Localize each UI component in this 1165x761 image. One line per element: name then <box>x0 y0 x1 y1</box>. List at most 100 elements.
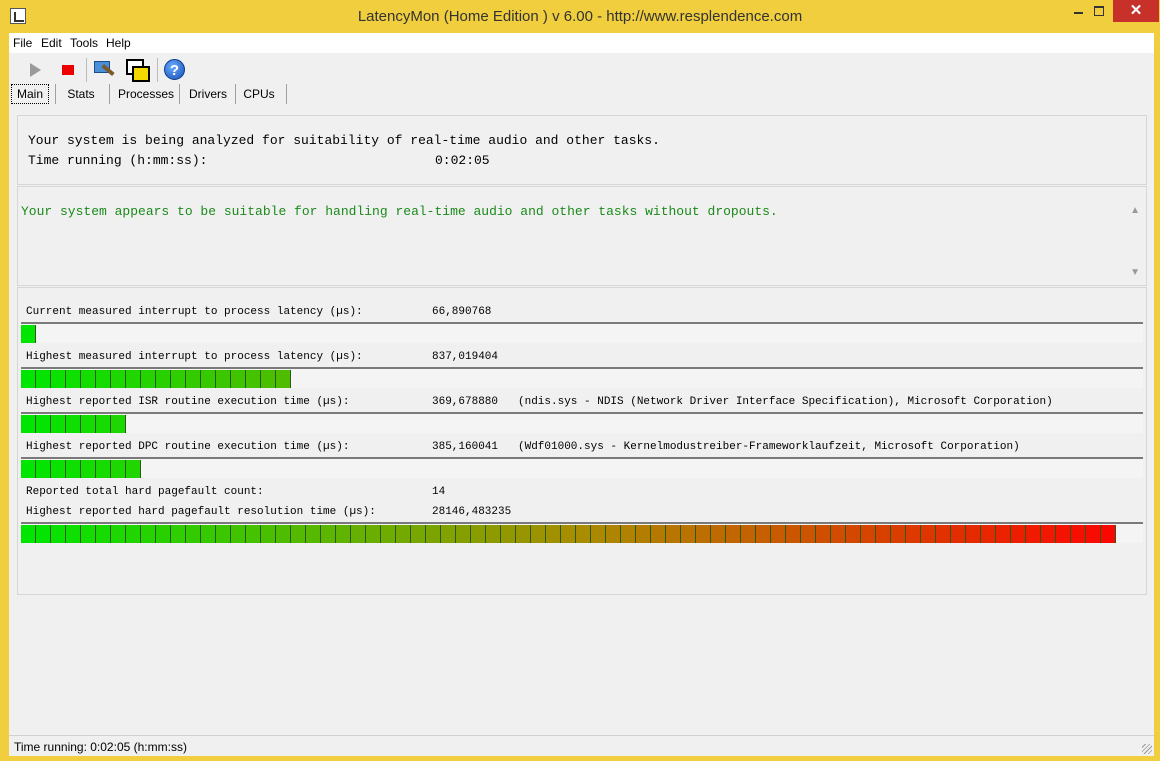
bar-cell <box>741 525 756 543</box>
bar-cell <box>501 525 516 543</box>
highest-latency-bar <box>21 367 1143 388</box>
bar-cell <box>756 525 771 543</box>
bar-cell <box>126 460 141 478</box>
window-title: LatencyMon (Home Edition ) v 6.00 - http… <box>357 8 803 25</box>
menu-help[interactable]: Help <box>106 36 131 50</box>
dpc-bar <box>21 457 1143 478</box>
bar-cell <box>66 525 81 543</box>
tab-drivers[interactable]: Drivers <box>183 84 233 104</box>
bar-cell <box>81 525 96 543</box>
bar-cell <box>171 370 186 388</box>
bar-cell <box>666 525 681 543</box>
pagefault-count-value: 14 <box>432 486 446 498</box>
maximize-button[interactable] <box>1085 0 1112 22</box>
bar-cell <box>651 525 666 543</box>
bar-cell <box>381 525 396 543</box>
bar-cell <box>261 525 276 543</box>
pagefault-count-label: Reported total hard pagefault count: <box>26 486 264 498</box>
bar-cell <box>171 525 186 543</box>
menu-tools[interactable]: Tools <box>70 36 98 50</box>
bar-cell <box>201 370 216 388</box>
help-button[interactable]: ? <box>163 58 187 82</box>
time-running-value: 0:02:05 <box>435 153 490 168</box>
bar-cell <box>201 525 216 543</box>
pagefault-time-bar <box>21 522 1143 543</box>
bar-cell <box>36 525 51 543</box>
bar-cell <box>141 525 156 543</box>
tab-stats[interactable]: Stats <box>59 84 103 104</box>
bar-cell <box>66 460 81 478</box>
toolbar-separator <box>157 58 158 82</box>
bar-cell <box>21 325 36 343</box>
isr-value: 369,678880 <box>432 396 499 408</box>
hammer-button[interactable] <box>92 58 116 82</box>
app-window: LatencyMon (Home Edition ) v 6.00 - http… <box>0 0 1160 761</box>
bar-cell <box>876 525 891 543</box>
close-button[interactable]: ✕ <box>1113 0 1159 22</box>
bar-cell <box>561 525 576 543</box>
bar-cell <box>231 370 246 388</box>
isr-label: Highest reported ISR routine execution t… <box>26 396 350 408</box>
bar-cell <box>111 460 126 478</box>
scroll-up-icon[interactable]: ▲ <box>1130 205 1140 216</box>
verdict-panel[interactable]: Your system appears to be suitable for h… <box>17 186 1147 286</box>
toolbar-separator <box>86 58 87 82</box>
bar-cell <box>936 525 951 543</box>
dpc-label: Highest reported DPC routine execution t… <box>26 441 350 453</box>
stop-button[interactable] <box>57 58 81 82</box>
time-running-label: Time running (h:mm:ss): <box>28 153 208 168</box>
play-button[interactable] <box>25 58 49 82</box>
bar-cell <box>66 370 81 388</box>
tab-main[interactable]: Main <box>11 84 49 104</box>
resize-grip-icon[interactable] <box>1142 744 1152 754</box>
bar-cell <box>546 525 561 543</box>
bar-cell <box>261 370 276 388</box>
menu-file[interactable]: File <box>13 36 32 50</box>
toolbar: ? <box>9 54 1154 84</box>
bar-cell <box>621 525 636 543</box>
pagefault-time-value: 28146,483235 <box>432 506 512 518</box>
bar-cell <box>426 525 441 543</box>
bar-cell <box>51 525 66 543</box>
bar-cell <box>81 415 96 433</box>
bar-cell <box>216 525 231 543</box>
tab-strip: Main Stats Processes Drivers CPUs <box>9 84 1154 106</box>
close-icon: ✕ <box>1129 2 1143 19</box>
menu-bar: File Edit Tools Help <box>9 33 1154 53</box>
bar-cell <box>981 525 996 543</box>
bar-cell <box>141 370 156 388</box>
bar-cell <box>111 370 126 388</box>
tab-processes[interactable]: Processes <box>113 84 179 104</box>
title-bar[interactable]: LatencyMon (Home Edition ) v 6.00 - http… <box>0 0 1160 33</box>
dpc-value: 385,160041 <box>432 441 499 453</box>
bar-cell <box>471 525 486 543</box>
bar-cell <box>246 370 261 388</box>
maximize-icon <box>1094 6 1104 16</box>
bar-cell <box>246 525 261 543</box>
scroll-down-icon[interactable]: ▼ <box>1130 267 1140 278</box>
bar-cell <box>696 525 711 543</box>
dpc-driver: (Wdf01000.sys - Kernelmodustreiber-Frame… <box>518 441 1020 453</box>
bar-cell <box>531 525 546 543</box>
menu-edit[interactable]: Edit <box>41 36 62 50</box>
bar-cell <box>216 370 231 388</box>
client-area: File Edit Tools Help ? Main Stats Proces… <box>9 33 1154 756</box>
bar-cell <box>951 525 966 543</box>
verdict-text: Your system appears to be suitable for h… <box>21 204 778 219</box>
highest-latency-label: Highest measured interrupt to process la… <box>26 351 363 363</box>
bar-cell <box>186 525 201 543</box>
bar-cell <box>891 525 906 543</box>
tab-cpus[interactable]: CPUs <box>239 84 279 104</box>
bar-cell <box>276 370 291 388</box>
isr-driver: (ndis.sys - NDIS (Network Driver Interfa… <box>518 396 1053 408</box>
bar-cell <box>66 415 81 433</box>
pagefault-time-label: Highest reported hard pagefault resoluti… <box>26 506 376 518</box>
bar-cell <box>1026 525 1041 543</box>
bar-cell <box>96 415 111 433</box>
bar-cell <box>21 525 36 543</box>
bar-cell <box>231 525 246 543</box>
windows-button[interactable] <box>125 58 150 82</box>
bar-cell <box>51 460 66 478</box>
status-bar: Time running: 0:02:05 (h:mm:ss) <box>9 735 1154 756</box>
bar-cell <box>366 525 381 543</box>
